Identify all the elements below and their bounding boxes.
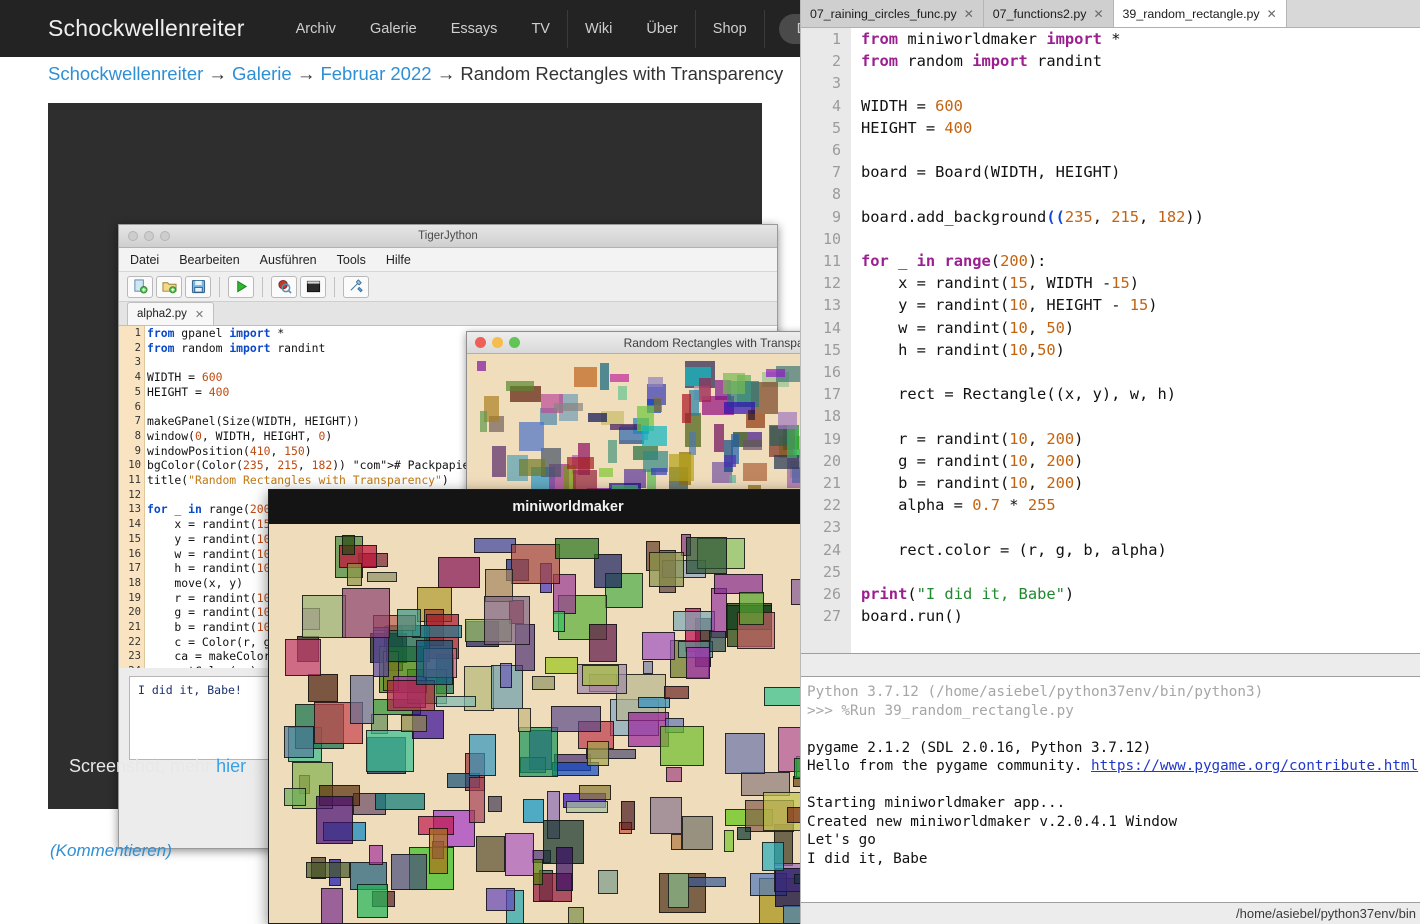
window-controls[interactable] — [475, 337, 520, 348]
run-icon[interactable] — [228, 276, 254, 298]
caption-text: Screenshot, mehr — [69, 756, 216, 776]
ide-tab-label: 39_random_rectangle.py — [1123, 7, 1260, 21]
comments-link-wrap: (Kommentieren) — [50, 841, 172, 861]
menu-item-ausfuehren[interactable]: Ausführen — [260, 253, 317, 267]
ide-shell[interactable]: Python 3.7.12 (/home/asiebel/python37env… — [801, 677, 1420, 907]
minimize-icon[interactable] — [492, 337, 503, 348]
nav-item-tv[interactable]: TV — [514, 0, 567, 57]
breadcrumb-arrow: → — [297, 63, 316, 84]
ide-tab-label: 07_raining_circles_func.py — [810, 7, 957, 21]
caption-tail: … — [246, 756, 269, 776]
debug-icon[interactable] — [271, 276, 297, 298]
nav-item-galerie[interactable]: Galerie — [353, 0, 434, 57]
breadcrumb: Schockwellenreiter → Galerie → Februar 2… — [48, 63, 783, 85]
tab-label: alpha2.py — [137, 308, 187, 320]
miniworldmaker-window: miniworldmaker ✕ — [268, 489, 868, 924]
close-icon[interactable]: ✕ — [1093, 7, 1103, 21]
nav-item-wiki[interactable]: Wiki — [568, 0, 629, 57]
breadcrumb-current: Random Rectangles with Transparency — [460, 63, 783, 84]
tigerjython-toolbar — [119, 272, 777, 302]
save-icon[interactable] — [185, 276, 211, 298]
breadcrumb-arrow: → — [208, 63, 227, 84]
breadcrumb-arrow: → — [437, 63, 456, 84]
ide-tabstrip: 07_raining_circles_func.py✕07_functions2… — [801, 0, 1420, 28]
interpreter-path: /home/asiebel/python37env/bin — [1236, 906, 1416, 921]
menu-item-datei[interactable]: Datei — [130, 253, 159, 267]
figure-caption: Screenshot, mehr hier … — [69, 756, 269, 777]
nav-divider — [764, 10, 765, 48]
ide-line-numbers: 1234567891011121314151617181920212223242… — [801, 28, 851, 653]
open-file-icon[interactable] — [156, 276, 182, 298]
miniworldmaker-title: miniworldmaker — [512, 499, 623, 515]
tigerjython-tabstrip: alpha2.py ✕ — [119, 302, 777, 326]
miniworldmaker-titlebar[interactable]: miniworldmaker ✕ — [269, 490, 867, 524]
ide-tab[interactable]: 07_raining_circles_func.py ✕ — [801, 0, 984, 27]
site-brand[interactable]: Schockwellenreiter — [48, 15, 245, 42]
console-icon[interactable] — [300, 276, 326, 298]
breadcrumb-item-galerie[interactable]: Galerie — [232, 63, 292, 84]
toolbar-separator — [334, 277, 335, 297]
ide-tab-label: 07_functions2.py — [993, 7, 1087, 21]
menu-item-tools[interactable]: Tools — [337, 253, 366, 267]
tigerjython-menubar: Datei Bearbeiten Ausführen Tools Hilfe — [119, 248, 777, 272]
breadcrumb-item-home[interactable]: Schockwellenreiter — [48, 63, 203, 84]
ide-code-text[interactable]: from miniworldmaker import * from random… — [861, 28, 1204, 627]
ide-window: 07_raining_circles_func.py✕07_functions2… — [800, 0, 1420, 924]
nav-item-essays[interactable]: Essays — [434, 0, 515, 57]
toolbar-separator — [262, 277, 263, 297]
ide-splitter[interactable] — [801, 653, 1420, 677]
tigerjython-titlebar[interactable]: TigerJython — [119, 225, 777, 248]
new-file-icon[interactable] — [127, 276, 153, 298]
nav-item-shop[interactable]: Shop — [696, 0, 764, 57]
nav-item-archiv[interactable]: Archiv — [279, 0, 353, 57]
close-icon[interactable]: ✕ — [964, 7, 974, 21]
caption-link[interactable]: hier — [216, 756, 246, 776]
ide-editor[interactable]: 1234567891011121314151617181920212223242… — [801, 28, 1420, 653]
tools-icon[interactable] — [343, 276, 369, 298]
tigerjython-title: TigerJython — [119, 230, 777, 242]
close-icon[interactable]: ✕ — [1267, 7, 1277, 21]
miniworldmaker-canvas — [269, 524, 867, 924]
menu-item-bearbeiten[interactable]: Bearbeiten — [179, 253, 239, 267]
ide-tab[interactable]: 39_random_rectangle.py ✕ — [1114, 0, 1287, 27]
comments-link[interactable]: (Kommentieren) — [50, 841, 172, 860]
ide-statusbar: /home/asiebel/python37env/bin — [801, 902, 1420, 924]
gpanel-titlebar[interactable]: Random Rectangles with Transparency — [467, 332, 847, 354]
nav-item-ueber[interactable]: Über — [629, 0, 694, 57]
menu-item-hilfe[interactable]: Hilfe — [386, 253, 411, 267]
close-icon[interactable]: ✕ — [195, 308, 204, 321]
close-icon[interactable] — [475, 337, 486, 348]
breadcrumb-item-februar-2022[interactable]: Februar 2022 — [320, 63, 431, 84]
ide-tab[interactable]: 07_functions2.py ✕ — [984, 0, 1114, 27]
maximize-icon[interactable] — [509, 337, 520, 348]
tigerjython-line-numbers: 1234567891011121314151617181920212223242… — [119, 326, 145, 668]
toolbar-separator — [219, 277, 220, 297]
tigerjython-tab-alpha2[interactable]: alpha2.py ✕ — [127, 302, 214, 325]
